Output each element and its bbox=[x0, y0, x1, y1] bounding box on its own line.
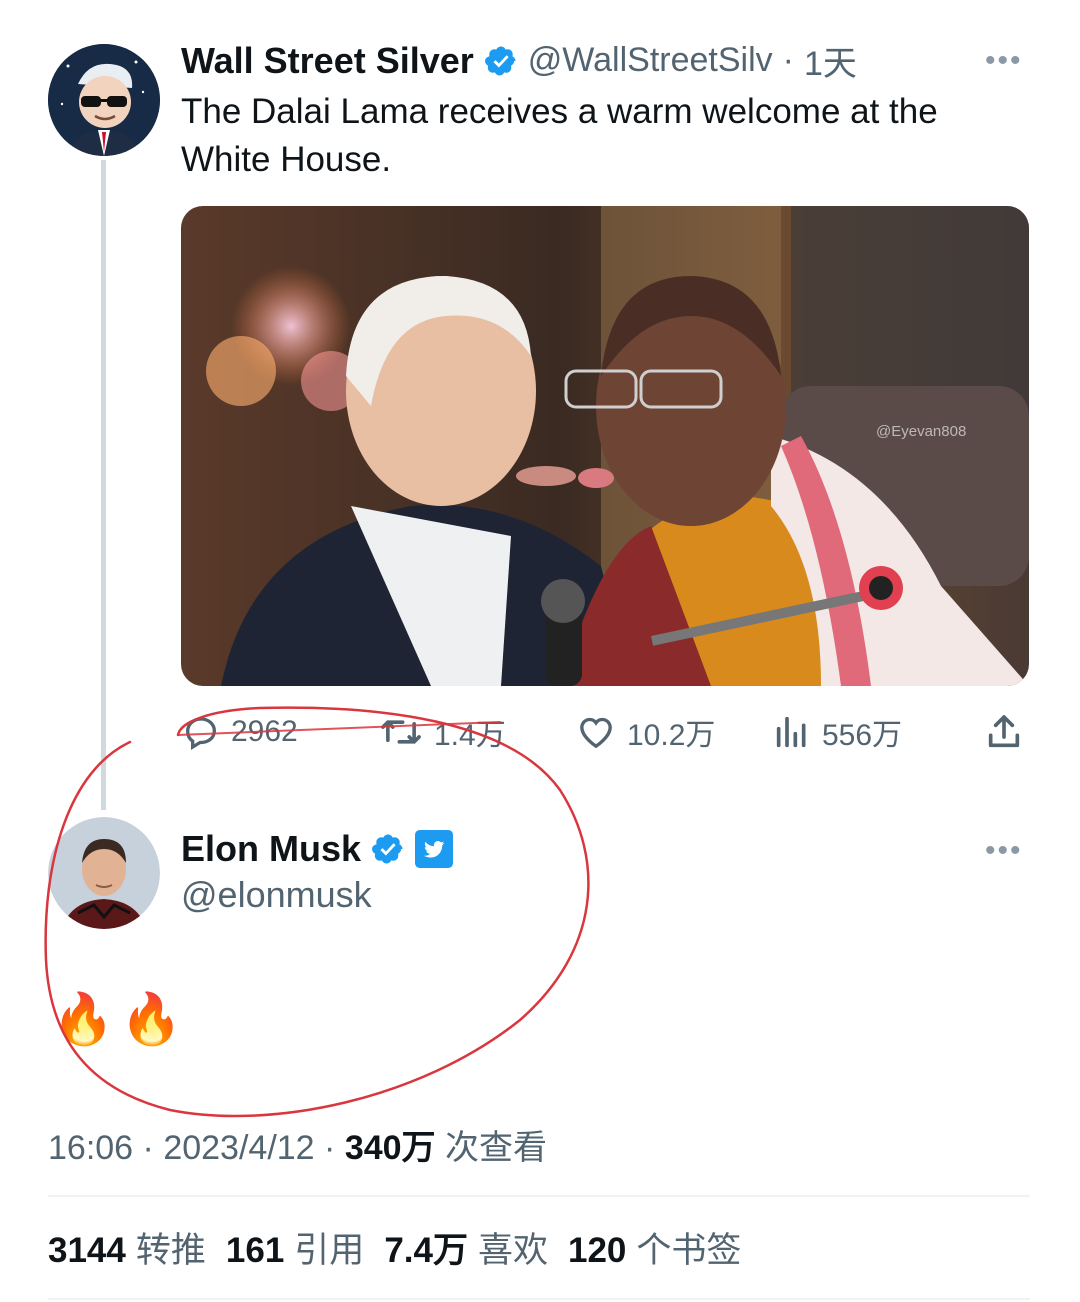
reply-author-name[interactable]: Elon Musk bbox=[181, 828, 361, 870]
stat-quotes[interactable]: 161 引用 bbox=[226, 1222, 364, 1273]
like-count: 10.2万 bbox=[627, 719, 716, 752]
share-icon bbox=[988, 715, 1020, 748]
retweet-icon bbox=[381, 720, 421, 744]
tweet-text: The Dalai Lama receives a warm welcome a… bbox=[181, 92, 938, 179]
divider bbox=[48, 1195, 1030, 1197]
views-icon bbox=[776, 716, 806, 748]
verified-badge-icon bbox=[371, 832, 405, 866]
tweet-header: Wall Street Silver @WallStreetSilv · 1天 bbox=[181, 36, 857, 85]
stat-bookmarks-count: 120 bbox=[567, 1231, 627, 1270]
stat-bookmarks-label: 个书签 bbox=[636, 1231, 742, 1270]
stat-quotes-count: 161 bbox=[225, 1231, 285, 1270]
thread-connector-line bbox=[101, 160, 106, 810]
photo-watermark: @Eyevan808 bbox=[876, 423, 966, 440]
header-separator: · bbox=[782, 41, 794, 79]
retweet-button[interactable]: 1.4万 bbox=[378, 708, 506, 756]
verified-badge-icon bbox=[484, 44, 518, 78]
stat-quotes-label: 引用 bbox=[294, 1231, 365, 1270]
reply-timestamp[interactable]: 16:06 · 2023/4/12 · 340万 次查看 bbox=[48, 1120, 547, 1169]
tweet-time[interactable]: 1天 bbox=[804, 36, 857, 85]
stat-retweets-label: 转推 bbox=[135, 1231, 206, 1270]
author-name[interactable]: Wall Street Silver bbox=[181, 40, 474, 82]
divider bbox=[48, 1298, 1030, 1300]
stat-likes-label: 喜欢 bbox=[477, 1231, 548, 1270]
twitter-bird-icon bbox=[415, 830, 454, 868]
author-handle[interactable]: @WallStreetSilv bbox=[528, 41, 773, 80]
share-button[interactable] bbox=[984, 708, 1024, 756]
more-icon[interactable]: ••• bbox=[985, 834, 1023, 868]
stat-likes-count: 7.4万 bbox=[384, 1231, 468, 1270]
stat-likes[interactable]: 7.4万 喜欢 bbox=[384, 1222, 548, 1273]
reply-author-avatar[interactable] bbox=[48, 817, 160, 929]
views-button[interactable]: 556万 bbox=[772, 708, 902, 756]
reply-icon bbox=[185, 717, 217, 750]
reply-view-label: 次查看 bbox=[445, 1129, 548, 1167]
reply-time: 16:06 bbox=[48, 1129, 134, 1167]
stat-bookmarks[interactable]: 120 个书签 bbox=[568, 1222, 741, 1273]
reply-view-count: 340万 bbox=[344, 1129, 436, 1167]
reply-author-handle[interactable]: @elonmusk bbox=[181, 874, 372, 916]
reply-header: Elon Musk bbox=[181, 828, 454, 870]
stat-retweets-count: 3144 bbox=[48, 1231, 126, 1270]
reply-count: 2962 bbox=[231, 715, 298, 748]
reply-text: 🔥🔥 bbox=[52, 991, 189, 1047]
tweet-photo[interactable]: @Eyevan808 bbox=[181, 206, 1029, 686]
stat-retweets[interactable]: 3144 转推 bbox=[48, 1222, 206, 1273]
retweet-count: 1.4万 bbox=[434, 719, 506, 752]
meta-separator: · bbox=[324, 1129, 336, 1167]
views-count: 556万 bbox=[822, 719, 903, 752]
reply-button[interactable]: 2962 bbox=[181, 708, 298, 756]
like-icon bbox=[580, 717, 612, 749]
like-button[interactable]: 10.2万 bbox=[575, 708, 715, 756]
author-avatar[interactable] bbox=[48, 44, 160, 156]
engagement-stats: 3144 转推 161 引用 7.4万 喜欢 120 个书签 bbox=[48, 1222, 741, 1273]
meta-separator: · bbox=[142, 1129, 154, 1167]
reply-date: 2023/4/12 bbox=[163, 1129, 315, 1167]
more-icon[interactable]: ••• bbox=[985, 44, 1023, 78]
